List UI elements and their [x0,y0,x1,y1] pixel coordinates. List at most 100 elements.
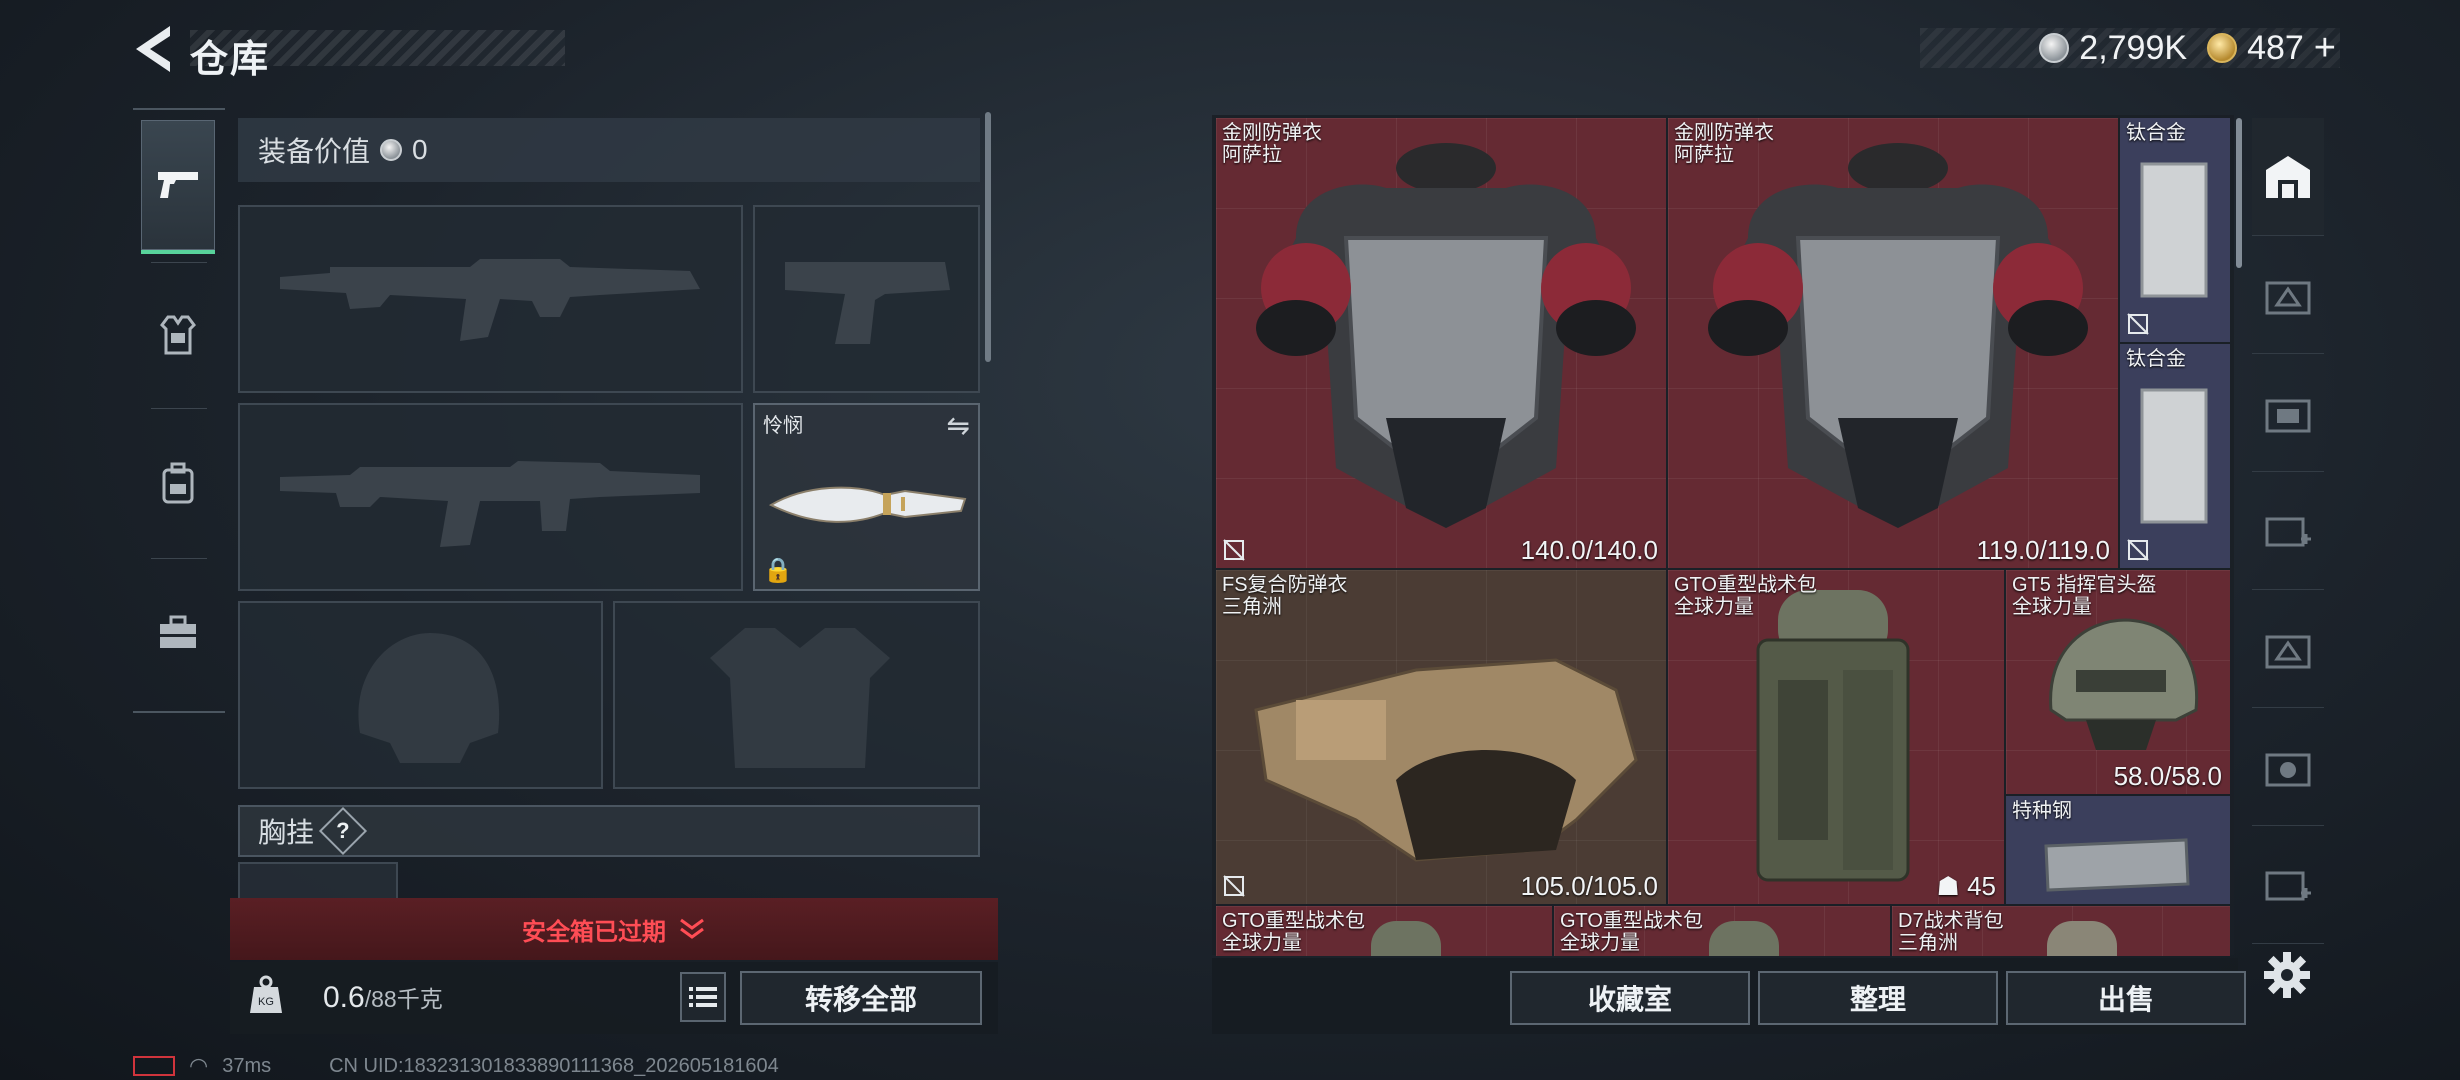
item-count: ☗ 45 [1936,871,1996,901]
melee-slot[interactable]: 怜悯 ⇋ 🔒 [753,403,980,591]
container-icon [2265,399,2311,432]
weight-icon: KG [250,975,282,1013]
backpack-art [1756,590,1910,882]
item-durability: 140.0/140.0 [1520,535,1658,565]
chest-rig-slot[interactable] [238,862,398,902]
steel-bar-art [2044,838,2190,892]
rifle-silhouette-icon [280,259,700,341]
sort-button[interactable]: 整理 [1758,971,1998,1025]
inventory-grid: 金刚防弹衣 阿萨拉 140.0/140.0 金刚防弹衣 阿萨拉 119.0/119.… [1216,118,2232,956]
sidearm-slot[interactable] [753,205,980,393]
collection-room-button[interactable]: 收藏室 [1510,971,1750,1025]
tab-extension-6[interactable] [2252,826,2324,944]
inventory-item[interactable]: 金刚防弹衣 阿萨拉 140.0/140.0 [1216,118,1666,568]
gold-plus-icon[interactable]: + [2314,27,2336,70]
inventory-scrollbar[interactable] [2236,118,2242,268]
tab-extension-2[interactable] [2252,354,2324,472]
inventory-item[interactable]: FS复合防弹衣 三角洲 105.0/105.0 [1216,570,1666,904]
body-armor-slot[interactable] [613,601,980,789]
item-durability: 119.0/119.0 [1976,535,2111,565]
rail-tab-case[interactable] [141,565,215,699]
backpack-art [2047,921,2117,956]
status-bar: ◠ 37ms CN UID:18323130183389011136​8_202… [133,1053,779,1079]
item-name: D7战术背包 [1898,910,2004,932]
tab-extension-1[interactable] [2252,236,2324,354]
swap-icon[interactable]: ⇋ [947,409,970,442]
equipment-value-bar: 装备价值 0 [238,118,980,182]
item-name: 特种钢 [2012,800,2072,822]
item-name: 钛合金 [2126,348,2186,370]
item-brand: 全球力量 [1222,932,1302,954]
inventory-item[interactable]: 钛合金 [2120,344,2230,568]
toolbox-icon [160,615,196,648]
item-name: 金刚防弹衣 [1674,122,1774,144]
safe-box-status: 安全箱已过期 [522,918,666,946]
rail-tab-backpack[interactable] [141,416,215,550]
container-icon [2265,635,2311,668]
pistol-icon [158,172,198,198]
no-insure-icon [1223,539,1245,561]
armor-vest-icon [160,315,196,355]
back-arrow-icon [136,26,170,72]
sell-button[interactable]: 出售 [2006,971,2246,1025]
loadout-scrollbar[interactable] [985,112,991,362]
tab-warehouse[interactable] [2252,118,2324,236]
transfer-all-button[interactable]: 转移全部 [740,971,982,1025]
chest-rig-label: 胸挂 [258,817,315,848]
rail-tab-weapons[interactable] [141,120,215,254]
helmet-slot[interactable] [238,601,603,789]
armor-vest-art [1256,143,1636,528]
currency-bar: 2,799K 487 + [1920,27,2340,70]
knife-icon [768,486,967,523]
weight-current: 0.6 [323,981,365,1014]
silver-currency[interactable]: 2,799K [2039,29,2187,68]
metal-plate-art [2140,162,2208,298]
tab-extension-4[interactable] [2252,590,2324,708]
carry-weight: 0.6/88千克 [323,980,443,1015]
tab-extension-5[interactable] [2252,708,2324,826]
weight-max: /88千克 [364,986,443,1012]
battery-icon [133,1056,175,1076]
settings-gear-icon[interactable] [2262,950,2312,1000]
item-brand: 阿萨拉 [1674,144,1734,166]
gold-currency[interactable]: 487 + [2207,27,2336,70]
item-brand: 全球力量 [2012,596,2092,618]
chest-rig-bar[interactable]: 胸挂 ? [238,805,980,857]
equipment-value-label: 装备价值 [258,136,371,167]
backpack-art [1709,921,1779,956]
help-icon[interactable]: ? [318,806,368,856]
inventory-item[interactable]: 钛合金 [2120,118,2230,342]
silver-amount: 2,799K [2079,28,2188,67]
list-view-button[interactable] [680,972,726,1022]
inventory-item[interactable]: 特种钢 [2006,796,2230,904]
melee-name: 怜悯 [763,415,803,437]
no-insure-icon [2127,313,2149,335]
page-title: 仓库 [190,28,270,81]
armor-vest-art [1708,143,2088,528]
secondary-weapon-slot[interactable] [238,403,743,591]
rifle-silhouette-icon [280,461,700,547]
rail-tab-armor[interactable] [141,268,215,402]
item-brand: 阿萨拉 [1222,144,1282,166]
item-durability: 105.0/105.0 [1520,871,1658,901]
container-icon [2265,753,2311,786]
gold-coin-icon [2207,33,2238,63]
primary-weapon-slot[interactable] [238,205,743,393]
inventory-item[interactable]: GTO重型战术包 全球力量 ☗ 45 [1668,570,2004,904]
uid-text: CN UID:18323130183389011136​8_2026051816… [329,1054,779,1077]
item-name: GT5 指挥官头盔 [2012,574,2157,596]
double-chevron-down-icon [680,918,704,939]
inventory-item[interactable]: 金刚防弹衣 阿萨拉 119.0/119.0 [1668,118,2118,568]
safe-box-expired-banner[interactable]: 安全箱已过期 [230,898,998,960]
inventory-item[interactable]: GT5 指挥官头盔 全球力量 58.0/58.0 [2006,570,2230,794]
inventory-item[interactable]: D7战术背包 三角洲 [1892,906,2230,956]
backpack-art [1371,921,1441,956]
helmet-art [2049,618,2199,750]
no-insure-icon [2127,539,2149,561]
tab-extension-3[interactable] [2252,472,2324,590]
inventory-item[interactable]: GTO重型战术包 全球力量 [1554,906,1890,956]
back-button[interactable] [130,22,176,76]
item-name: FS复合防弹衣 [1222,574,1348,596]
gold-amount: 487 [2247,28,2304,67]
inventory-item[interactable]: GTO重型战术包 全球力量 [1216,906,1552,956]
